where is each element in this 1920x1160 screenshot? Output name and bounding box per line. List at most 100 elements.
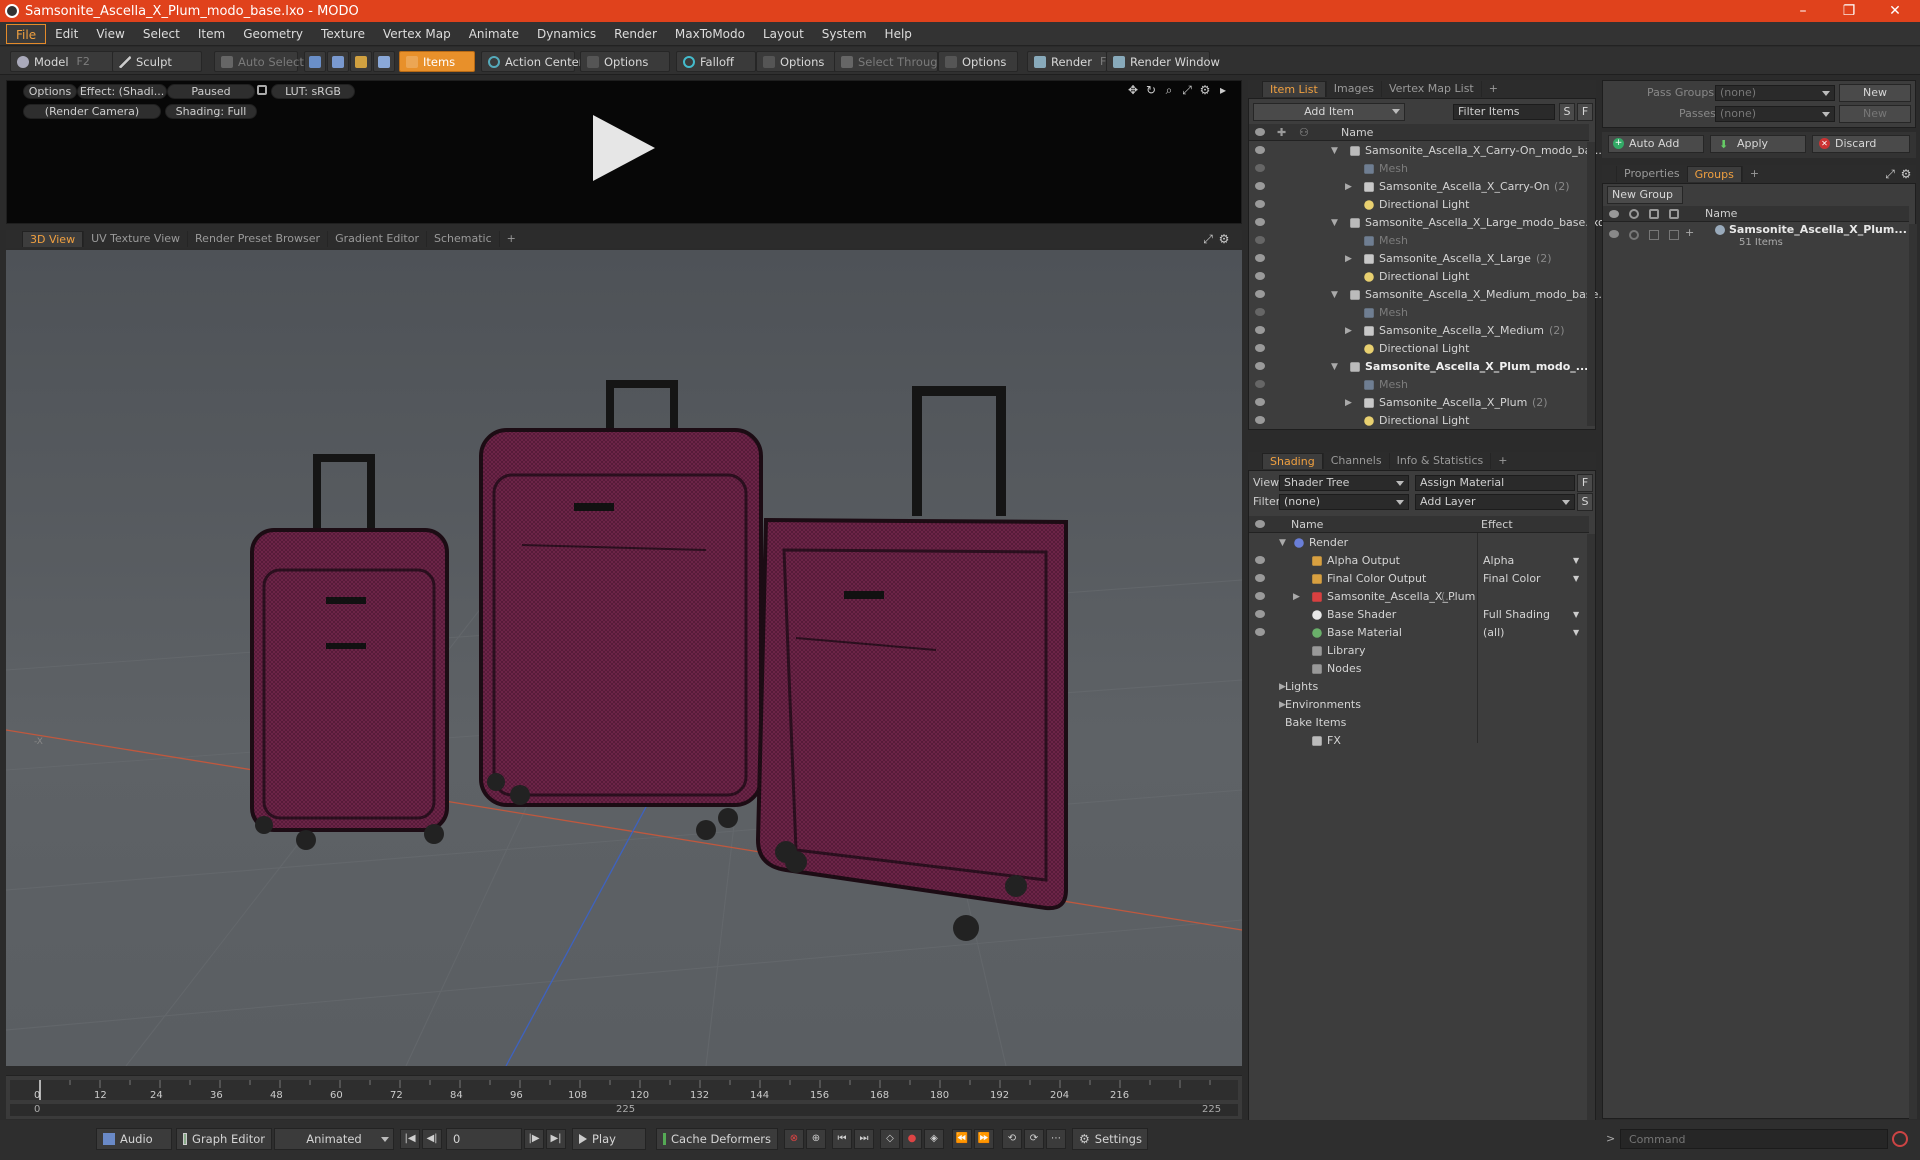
add-tab-button[interactable]: + [1480,81,1505,97]
materials-mode-button[interactable] [373,51,395,72]
expand-arrow-icon[interactable]: ▶ [1345,250,1352,268]
add-tab-button[interactable]: + [1490,453,1514,469]
shader-row[interactable]: Nodes [1249,660,1587,678]
new-pass-group-button[interactable]: New [1839,84,1911,102]
auto-key-icon[interactable]: ⊕ [806,1129,826,1149]
play-preview-icon[interactable] [593,115,655,181]
3d-viewport[interactable]: -X [6,250,1242,1066]
action-center-options-button[interactable]: Options [580,51,670,72]
tab-shading[interactable]: Shading [1262,453,1323,469]
timeline[interactable]: 0 12 24 36 48 60 72 84 96 108 120 132 14… [6,1075,1242,1119]
gear-icon[interactable]: ⚙ [1218,233,1230,245]
menu-dynamics[interactable]: Dynamics [528,24,605,44]
tab-info-statistics[interactable]: Info & Statistics [1388,453,1491,469]
go-to-start-button[interactable]: |◀ [400,1129,420,1149]
visibility-eye-icon[interactable] [1609,230,1619,238]
new-group-button[interactable]: New Group [1607,186,1683,204]
action-center-button[interactable]: Action Center [481,51,583,72]
vertices-mode-button[interactable] [304,51,326,72]
item-row[interactable]: ▶ Samsonite_Ascella_X_Plum (2) [1249,394,1587,412]
edges-mode-button[interactable] [327,51,349,72]
collapse-arrow-icon[interactable]: ▼ [1331,358,1338,376]
search-s-button[interactable]: S [1559,103,1575,121]
maximize-view-icon[interactable]: ⤢ [1884,168,1896,180]
collapse-arrow-icon[interactable]: ▼ [1331,214,1338,232]
visibility-eye-icon[interactable] [1255,592,1265,600]
shader-tree-scrollbar[interactable] [1587,534,1595,1149]
visibility-eye-icon[interactable] [1255,610,1265,618]
select-through-button[interactable]: Select Through [834,51,945,72]
visibility-eye-icon[interactable] [1255,416,1265,424]
collapse-arrow-icon[interactable]: ▼ [1331,286,1338,304]
visibility-eye-icon[interactable] [1255,344,1265,352]
menu-texture[interactable]: Texture [312,24,374,44]
visibility-eye-icon[interactable] [1255,556,1265,564]
shader-effect-dropdown[interactable]: Alpha [1483,552,1514,570]
menu-help[interactable]: Help [876,24,921,44]
preview-lut-dropdown[interactable]: LUT: sRGB [271,84,355,99]
select-through-options-button[interactable]: Options [938,51,1018,72]
collapse-arrow-icon[interactable]: ▼ [1331,142,1338,160]
visibility-eye-icon[interactable] [1255,362,1265,370]
passes-dropdown[interactable]: (none) [1715,106,1835,122]
preview-camera-dropdown[interactable]: (Render Camera) [23,104,161,119]
shader-effect-dropdown[interactable]: (all) [1483,624,1504,642]
item-row[interactable]: ▶ Samsonite_Ascella_X_Large (2) [1249,250,1587,268]
falloff-button[interactable]: Falloff [676,51,756,72]
apply-button[interactable]: ⬇ Apply [1710,135,1806,153]
tab-groups[interactable]: Groups [1686,166,1742,182]
maximize-view-icon[interactable]: ⤢ [1181,84,1193,96]
expand-arrow-icon[interactable]: ▶ [1345,178,1352,196]
expand-icon[interactable]: + [1685,226,1694,239]
visibility-eye-icon[interactable] [1255,308,1265,316]
gear-icon[interactable]: ⚙ [1199,84,1211,96]
visibility-eye-icon[interactable] [1255,628,1265,636]
pass-groups-dropdown[interactable]: (none) [1715,85,1835,101]
medium-suitcase[interactable] [755,386,1068,941]
item-row[interactable]: ▼ Samsonite_Ascella_X_Plum_modo_... [1249,358,1588,376]
item-row[interactable]: ▼ Samsonite_Ascella_X_Medium_modo_base...… [1249,286,1612,304]
model-mode-button[interactable]: Model F2 [10,51,114,72]
shader-row[interactable]: FX [1249,732,1587,750]
animated-dropdown[interactable]: Animated [274,1128,394,1150]
visibility-eye-icon[interactable] [1255,218,1265,226]
select-checkbox[interactable] [1669,230,1679,240]
visibility-eye-icon[interactable] [1255,398,1265,406]
visibility-eye-icon[interactable] [1255,290,1265,298]
menu-animate[interactable]: Animate [460,24,528,44]
expand-arrow-icon[interactable]: ▶ [1345,322,1352,340]
record-icon[interactable]: ● [902,1129,922,1149]
tab-images[interactable]: Images [1325,81,1381,97]
item-row[interactable]: Directional Light [1249,412,1587,430]
menu-render[interactable]: Render [605,24,666,44]
group-row[interactable]: + Samsonite_Ascella_X_Plum... 51 Items [1603,223,1909,254]
shader-row[interactable]: ▼ Render [1249,534,1587,552]
graph-editor-button[interactable]: Graph Editor [176,1128,272,1150]
shader-row[interactable]: ▶ Environments [1249,696,1587,714]
add-tab-button[interactable]: + [498,231,523,247]
cache-deformers-button[interactable]: Cache Deformers [656,1128,778,1150]
timeline-range-bar[interactable]: 0 225 225 [10,1104,1238,1116]
collapse-arrow-icon[interactable]: ▼ [1279,534,1286,552]
minimize-button[interactable]: – [1780,0,1826,22]
go-to-end-button[interactable]: ▶| [546,1129,566,1149]
item-row[interactable]: Mesh [1249,232,1587,250]
item-row[interactable]: Directional Light [1249,268,1587,286]
shader-row[interactable]: Bake Items [1249,714,1587,732]
zoom-icon[interactable]: ⌕ [1163,84,1175,96]
shader-row[interactable]: Library [1249,642,1587,660]
expand-arrow-icon[interactable]: ▶ [1345,394,1352,412]
lock-icon[interactable] [257,85,267,95]
shader-row[interactable]: Base Shader Full Shading ▼ [1249,606,1587,624]
visibility-eye-icon[interactable] [1255,380,1265,388]
render-toggle-icon[interactable] [1629,230,1639,240]
item-row[interactable]: Directional Light [1249,340,1587,358]
tab-properties[interactable]: Properties [1616,166,1687,182]
frame-input[interactable]: 0 [446,1128,522,1150]
key-next-icon[interactable]: ⏭ [854,1129,874,1149]
visibility-eye-icon[interactable] [1255,254,1265,262]
item-row[interactable]: ▼ Samsonite_Ascella_X_Carry-On_modo_ba... [1249,142,1602,160]
groups-scrollbar[interactable] [1909,224,1917,1119]
play-button[interactable]: Play [572,1128,646,1150]
menu-edit[interactable]: Edit [46,24,87,44]
